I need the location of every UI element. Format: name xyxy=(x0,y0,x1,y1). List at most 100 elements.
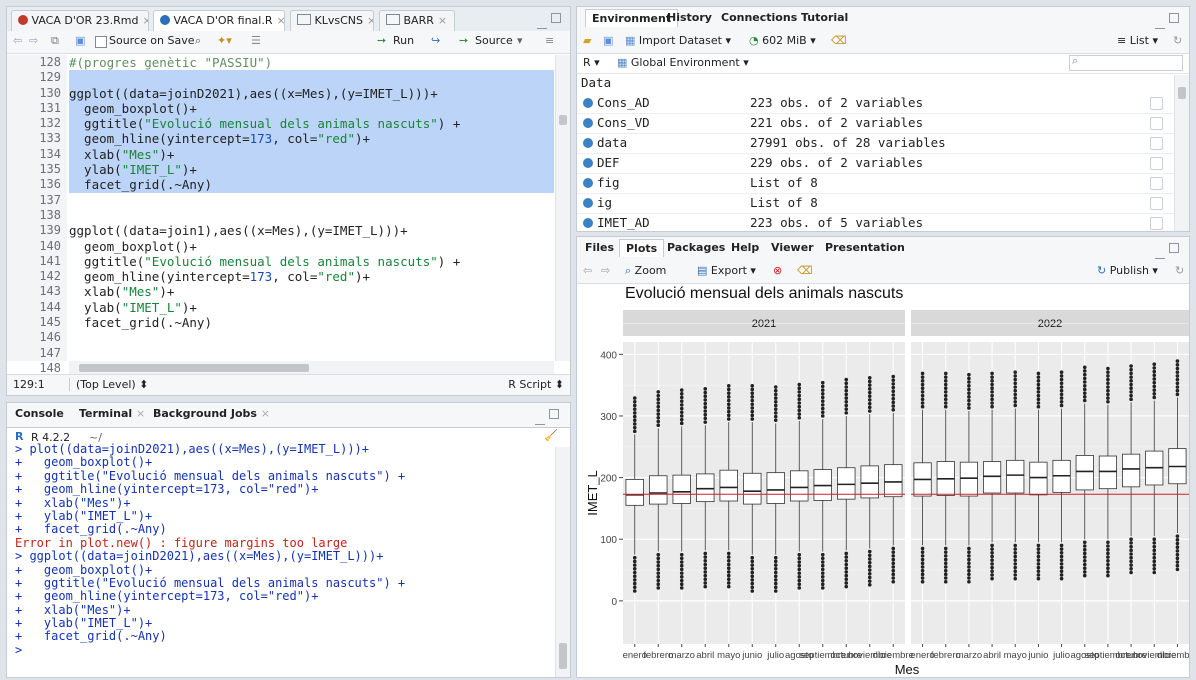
save-icon[interactable]: ▣ xyxy=(75,34,85,47)
scroll-thumb[interactable] xyxy=(559,115,567,125)
code-line[interactable] xyxy=(69,346,554,361)
code-line[interactable]: ggplot((data=join1),aes((x=Mes),(y=IMET_… xyxy=(69,223,554,238)
editor-tab-2[interactable]: VACA D'OR final.R × xyxy=(153,10,285,32)
source-on-save-checkbox[interactable] xyxy=(95,36,107,48)
editor-tab-4[interactable]: BARR × xyxy=(379,10,455,31)
code-line[interactable] xyxy=(69,330,554,345)
tab-tutorial[interactable]: Tutorial xyxy=(801,11,848,24)
minimize-icon[interactable] xyxy=(1155,19,1165,29)
tab-presentation[interactable]: Presentation xyxy=(825,241,905,254)
forward-arrow-icon[interactable]: ⇨ xyxy=(29,34,38,47)
environment-row[interactable]: DEF 229 obs. of 2 variables xyxy=(577,153,1175,174)
view-table-icon[interactable] xyxy=(1150,97,1163,110)
tab-history[interactable]: History xyxy=(667,11,712,24)
code-line[interactable]: ggtitle("Evolució mensual dels animals n… xyxy=(69,254,554,269)
back-arrow-icon[interactable]: ⇦ xyxy=(583,264,592,277)
environment-row[interactable]: IMET_AD 223 obs. of 5 variables xyxy=(577,213,1175,231)
console-scrollbar[interactable] xyxy=(555,447,570,677)
search-icon[interactable] xyxy=(1150,177,1163,190)
environment-row[interactable]: ig List of 8 xyxy=(577,193,1175,214)
code-line[interactable]: geom_hline(yintercept=173, col="red")+ xyxy=(69,269,554,284)
code-line[interactable]: ggplot((data=joinD2021),aes((x=Mes),(y=I… xyxy=(69,85,554,101)
environment-row[interactable]: Cons_AD 223 obs. of 2 variables xyxy=(577,93,1175,114)
broom-icon[interactable]: 🧹 xyxy=(544,429,558,442)
maximize-icon[interactable] xyxy=(551,13,561,23)
file-type-selector[interactable]: R Script ⬍ xyxy=(508,378,564,391)
expand-icon[interactable] xyxy=(583,218,593,228)
tab-files[interactable]: Files xyxy=(585,241,614,254)
chevron-down-icon[interactable]: ▾ xyxy=(517,34,523,47)
broom-icon[interactable]: ⌫ xyxy=(831,34,847,47)
tab-plots[interactable]: Plots xyxy=(619,239,665,257)
tab-terminal[interactable]: Terminal × xyxy=(79,407,145,420)
memory-usage[interactable]: ◔ 602 MiB ▾ xyxy=(749,34,816,47)
expand-icon[interactable] xyxy=(583,198,593,208)
console-output[interactable]: > plot((data=joinD2021),aes((x=Mes),(y=I… xyxy=(15,443,552,675)
wand-icon[interactable]: ✦▾ xyxy=(217,34,232,47)
source-icon[interactable]: ➙ xyxy=(459,34,468,47)
zoom-button[interactable]: ⌕ Zoom xyxy=(625,264,666,278)
view-table-icon[interactable] xyxy=(1150,157,1163,170)
list-view-selector[interactable]: ≡ List ▾ xyxy=(1117,34,1158,47)
close-icon[interactable]: × xyxy=(142,14,148,27)
show-in-window-icon[interactable]: ⧉ xyxy=(51,34,59,48)
tab-environment[interactable]: Environment xyxy=(585,9,679,27)
menu-icon[interactable]: ≡ xyxy=(545,34,554,47)
environment-search-input[interactable]: ⌕ xyxy=(1069,54,1183,71)
language-selector[interactable]: R ▾ xyxy=(583,56,600,69)
editor-tab-1[interactable]: VACA D'OR 23.Rmd× xyxy=(11,10,149,31)
search-icon[interactable]: ⌕ xyxy=(195,34,201,48)
minimize-icon[interactable] xyxy=(1155,249,1165,259)
expand-icon[interactable] xyxy=(583,118,593,128)
code-line[interactable]: facet_grid(.~Any) xyxy=(69,315,554,330)
run-button[interactable]: Run xyxy=(393,34,414,47)
maximize-icon[interactable] xyxy=(1169,13,1179,23)
code-editor[interactable]: #(progres genètic "PASSIU") ggplot((data… xyxy=(69,55,554,376)
code-line[interactable]: xlab("Mes")+ xyxy=(69,284,554,299)
close-icon[interactable]: × xyxy=(367,14,373,27)
code-line[interactable] xyxy=(69,70,554,86)
open-folder-icon[interactable]: ▰ xyxy=(583,34,591,47)
forward-arrow-icon[interactable]: ⇨ xyxy=(601,264,610,277)
rerun-icon[interactable]: ↪ xyxy=(431,34,440,47)
import-dataset-button[interactable]: ▦ Import Dataset ▾ xyxy=(625,34,731,47)
code-line[interactable] xyxy=(69,208,554,223)
tab-viewer[interactable]: Viewer xyxy=(771,241,814,254)
environment-row[interactable]: data 27991 obs. of 28 variables xyxy=(577,133,1175,154)
minimize-icon[interactable] xyxy=(535,415,545,425)
expand-icon[interactable] xyxy=(583,158,593,168)
environment-scrollbar[interactable] xyxy=(1174,75,1189,231)
scroll-thumb[interactable] xyxy=(1178,87,1186,99)
tab-help[interactable]: Help xyxy=(731,241,759,254)
run-icon[interactable]: ➙ xyxy=(377,34,386,47)
tab-connections[interactable]: Connections xyxy=(721,11,797,24)
scroll-thumb[interactable] xyxy=(559,643,567,669)
environment-row[interactable]: Cons_VD 221 obs. of 2 variables xyxy=(577,113,1175,134)
view-table-icon[interactable] xyxy=(1150,117,1163,130)
environment-row[interactable]: fig List of 8 xyxy=(577,173,1175,194)
back-arrow-icon[interactable]: ⇦ xyxy=(13,34,22,47)
search-icon[interactable] xyxy=(1150,197,1163,210)
scroll-thumb[interactable] xyxy=(79,364,309,372)
maximize-icon[interactable] xyxy=(549,409,559,419)
tab-packages[interactable]: Packages xyxy=(667,241,725,254)
expand-icon[interactable] xyxy=(583,98,593,108)
editor-tab-3[interactable]: KLvsCNS × xyxy=(290,10,374,31)
tab-console[interactable]: Console xyxy=(15,407,64,420)
code-line[interactable] xyxy=(69,193,554,208)
scope-selector[interactable]: (Top Level) ⬍ xyxy=(69,378,148,391)
view-table-icon[interactable] xyxy=(1150,217,1163,230)
editor-vertical-scrollbar[interactable] xyxy=(555,55,570,361)
tab-background-jobs[interactable]: Background Jobs × xyxy=(153,407,270,420)
editor-horizontal-scrollbar[interactable] xyxy=(69,361,554,375)
view-table-icon[interactable] xyxy=(1150,137,1163,150)
close-icon[interactable]: × xyxy=(276,14,284,27)
outline-icon[interactable]: ☰ xyxy=(251,34,261,47)
code-line[interactable]: facet_grid(.~Any) xyxy=(69,177,554,193)
expand-icon[interactable] xyxy=(583,178,593,188)
remove-plot-icon[interactable]: ⊗ xyxy=(773,264,782,277)
environment-selector[interactable]: ▦ Global Environment ▾ xyxy=(617,56,749,69)
code-line[interactable]: ggtitle("Evolució mensual dels animals n… xyxy=(69,116,554,132)
broom-icon[interactable]: ⌫ xyxy=(797,264,813,277)
minimize-icon[interactable] xyxy=(537,19,547,29)
